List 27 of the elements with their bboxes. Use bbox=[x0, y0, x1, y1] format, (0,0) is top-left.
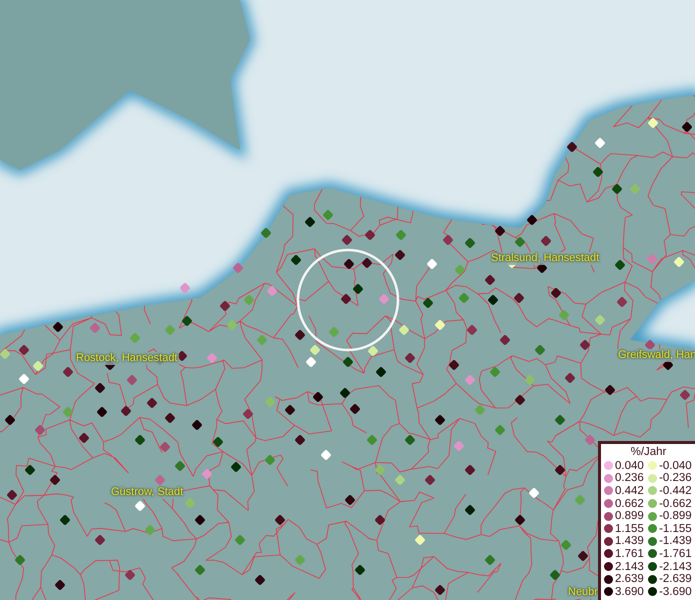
legend-value: -2.639 bbox=[659, 573, 692, 586]
legend-value: -1.761 bbox=[659, 548, 692, 560]
legend-value: -2.143 bbox=[659, 560, 692, 573]
legend-value: 3.690 bbox=[615, 586, 644, 598]
city-label: Rostock, Hansestadt bbox=[75, 352, 178, 365]
legend-value: 0.442 bbox=[615, 484, 644, 497]
legend-value: -0.662 bbox=[659, 498, 692, 510]
legend-value: 2.143 bbox=[615, 560, 644, 573]
legend-value: 1.439 bbox=[615, 535, 644, 548]
legend-value: -0.899 bbox=[659, 510, 692, 522]
legend-title: %/Jahr bbox=[630, 445, 668, 460]
city-label: Neubr bbox=[567, 586, 599, 599]
legend-value: 0.662 bbox=[615, 498, 644, 510]
legend-value: -0.040 bbox=[659, 460, 692, 472]
legend-value: -0.236 bbox=[659, 472, 692, 484]
legend-value: -1.155 bbox=[659, 522, 692, 535]
legend-value: 1.761 bbox=[615, 548, 644, 560]
city-label: Stralsund, Hansestadt bbox=[490, 252, 600, 265]
legend-value: 0.899 bbox=[615, 510, 644, 522]
legend-value: 0.236 bbox=[615, 472, 644, 484]
legend-value: 2.639 bbox=[615, 573, 644, 586]
legend-value: -0.442 bbox=[659, 484, 692, 497]
city-label: Güstrow, Stadt bbox=[110, 486, 184, 499]
legend-value: -1.439 bbox=[659, 535, 692, 548]
legend-value: 0.040 bbox=[615, 460, 644, 472]
legend-value: -3.690 bbox=[659, 586, 692, 598]
legend-value: 1.155 bbox=[615, 522, 644, 535]
